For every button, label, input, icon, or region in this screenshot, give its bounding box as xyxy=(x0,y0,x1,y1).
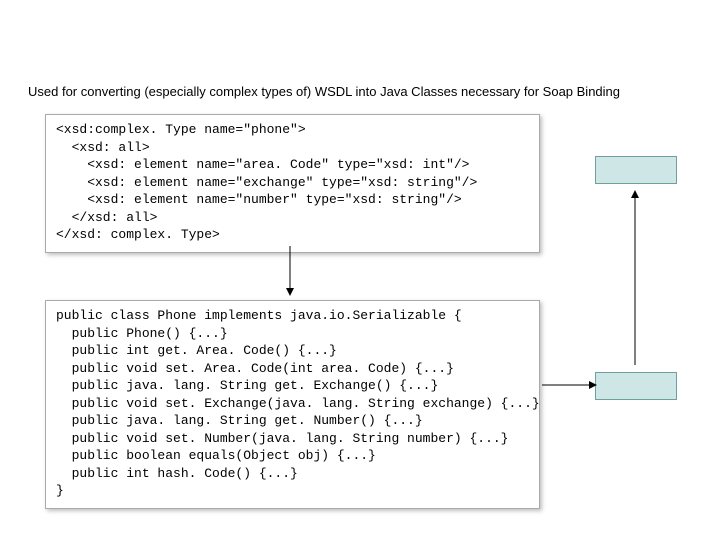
arrow-down-icon xyxy=(280,246,300,296)
xsd-code-box: <xsd:complex. Type name="phone"> <xsd: a… xyxy=(45,114,540,253)
side-box-top xyxy=(595,156,677,184)
xsd-code: <xsd:complex. Type name="phone"> <xsd: a… xyxy=(56,121,529,244)
java-code-box: public class Phone implements java.io.Se… xyxy=(45,300,540,509)
arrow-up-icon xyxy=(625,190,645,365)
java-code: public class Phone implements java.io.Se… xyxy=(56,307,529,500)
arrow-right-icon xyxy=(542,378,597,392)
description-text: Used for converting (especially complex … xyxy=(28,84,620,99)
side-box-bottom xyxy=(595,372,677,400)
